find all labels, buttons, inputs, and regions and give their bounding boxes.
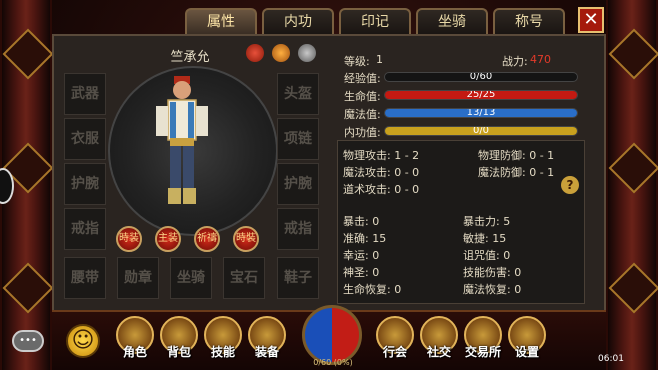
mp-label: 魔法值: xyxy=(344,108,381,121)
tab-mark[interactable]: 印记 xyxy=(339,8,411,34)
vip-badge-icon[interactable] xyxy=(298,44,316,62)
inner-power-bar: 0/0 xyxy=(384,126,578,136)
equip-slot-mount[interactable]: 坐骑 xyxy=(170,257,212,299)
exchange-menu-label[interactable]: 交易所 xyxy=(458,343,508,360)
chat-button[interactable]: ••• xyxy=(12,330,44,352)
equip-slot-weapon[interactable]: 武器 xyxy=(64,73,106,115)
equip-slot-armor[interactable]: 衣服 xyxy=(64,118,106,160)
attr-right: 魔法恢复: 0 xyxy=(463,283,522,296)
social-menu-label[interactable]: 社交 xyxy=(414,343,464,360)
attr-left: 物理攻击: 1 - 2 xyxy=(343,149,420,162)
attr-left: 道术攻击: 0 - 0 xyxy=(343,183,420,196)
pillar-ornament xyxy=(2,262,54,314)
pillar-ornament xyxy=(2,28,54,80)
attr-right: 技能伤害: 0 xyxy=(463,266,522,279)
inner-power-label: 内功值: xyxy=(344,126,381,139)
rank-star-icon[interactable] xyxy=(272,44,290,62)
character-model xyxy=(156,76,208,204)
attr-left: 神圣: 0 xyxy=(343,266,380,279)
status-clock: 06:01 xyxy=(598,354,624,364)
equip-slot-gem[interactable]: 宝石 xyxy=(223,257,265,299)
hp-bar-text: 25/25 xyxy=(466,90,496,100)
emoji-button[interactable]: ☺ xyxy=(66,324,100,358)
pillar-ornament xyxy=(608,142,658,194)
character-name: 竺承允 xyxy=(170,50,210,65)
attr-right: 敏捷: 15 xyxy=(463,232,507,245)
equip-slot-bracer-left[interactable]: 护腕 xyxy=(64,163,106,205)
attr-right: 魔法防御: 0 - 1 xyxy=(478,166,555,179)
help-button[interactable]: ? xyxy=(561,176,579,194)
equip-slot-ring-right[interactable]: 戒指 xyxy=(277,208,319,250)
attr-right: 暴击力: 5 xyxy=(463,215,511,228)
hp-label: 生命值: xyxy=(344,90,381,103)
equip-slot-ring-left[interactable]: 戒指 xyxy=(64,208,106,250)
exp-bar: 0/60 xyxy=(384,72,578,82)
attr-left: 幸运: 0 xyxy=(343,249,380,262)
bag-menu-label[interactable]: 背包 xyxy=(154,343,204,360)
guild-menu-label[interactable]: 行会 xyxy=(370,343,420,360)
pillar-ornament xyxy=(608,28,658,80)
level-label: 等级: xyxy=(344,55,370,68)
equip-slot-bracer-right[interactable]: 护腕 xyxy=(277,163,319,205)
equip-slot-necklace[interactable]: 项链 xyxy=(277,118,319,160)
character-menu-label[interactable]: 角色 xyxy=(110,343,160,360)
mp-bar-text: 13/13 xyxy=(466,108,496,118)
right-pillar-decoration xyxy=(606,0,658,370)
exp-orb xyxy=(302,305,362,365)
attribute-list: 物理攻击: 1 - 2 物理防御: 0 - 1 魔法攻击: 0 - 0 魔法防御… xyxy=(337,140,585,304)
equip-menu-label[interactable]: 装备 xyxy=(242,343,292,360)
level-value: 1 xyxy=(376,53,383,66)
tab-inner-skill[interactable]: 内功 xyxy=(262,8,334,34)
exp-label: 经验值: xyxy=(344,72,381,85)
equip-slot-medal[interactable]: 勋章 xyxy=(117,257,159,299)
exp-bar-text: 0/60 xyxy=(469,72,493,82)
attr-left: 准确: 15 xyxy=(343,232,387,245)
tab-title[interactable]: 称号 xyxy=(493,8,565,34)
close-button[interactable]: ✕ xyxy=(578,7,604,33)
pray-toggle-button[interactable]: 祈禱 xyxy=(194,226,220,252)
attr-left: 暴击: 0 xyxy=(343,215,380,228)
tab-attributes[interactable]: 属性 xyxy=(185,8,257,34)
power-label: 战力: xyxy=(502,55,528,68)
inner-power-bar-text: 0/0 xyxy=(472,126,490,136)
equip-slot-helmet[interactable]: 头盔 xyxy=(277,73,319,115)
equip-slot-belt[interactable]: 腰带 xyxy=(64,257,106,299)
main-equip-toggle-button[interactable]: 主装 xyxy=(155,226,181,252)
costume-toggle-button[interactable]: 時裝 xyxy=(233,226,259,252)
settings-menu-label[interactable]: 设置 xyxy=(502,343,552,360)
fashion-toggle-button[interactable]: 時装 xyxy=(116,226,142,252)
power-value: 470 xyxy=(530,53,551,66)
hp-bar: 25/25 xyxy=(384,90,578,100)
guild-badge-icon[interactable] xyxy=(246,44,264,62)
attr-left: 生命恢复: 0 xyxy=(343,283,402,296)
exp-orb-text: 0/60 (0%) xyxy=(313,358,353,367)
tab-mount[interactable]: 坐骑 xyxy=(416,8,488,34)
pillar-ornament xyxy=(608,262,658,314)
equip-slot-boots[interactable]: 鞋子 xyxy=(277,257,319,299)
attr-left: 魔法攻击: 0 - 0 xyxy=(343,166,420,179)
attr-right: 诅咒值: 0 xyxy=(463,249,511,262)
skill-menu-label[interactable]: 技能 xyxy=(198,343,248,360)
attr-right: 物理防御: 0 - 1 xyxy=(478,149,555,162)
mp-bar: 13/13 xyxy=(384,108,578,118)
